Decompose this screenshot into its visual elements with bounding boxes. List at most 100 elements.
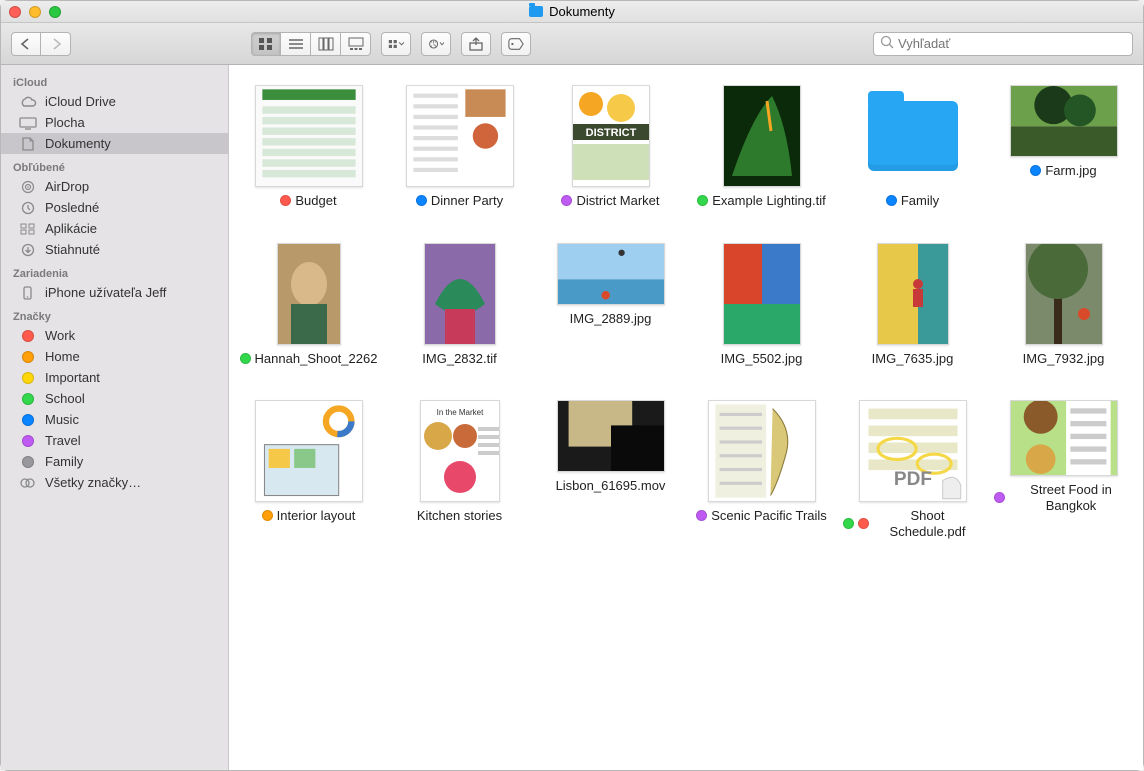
action-menu-button[interactable] [421, 32, 451, 56]
sidebar-item-stiahnut-[interactable]: Stiahnuté [1, 239, 228, 260]
tag-dot-icon [262, 510, 273, 521]
tags-button[interactable] [501, 32, 531, 56]
file-label-row: Dinner Party [416, 193, 503, 209]
tag-dot-icon [696, 510, 707, 521]
file-label-row: Farm.jpg [1030, 163, 1096, 179]
content-area[interactable]: Budget Dinner Party DISTRICT District Marke… [229, 65, 1143, 770]
file-thumbnail [723, 243, 801, 345]
desktop-icon [19, 116, 37, 130]
file-item[interactable]: DISTRICT District Market [541, 85, 680, 209]
tag-dot-icon [697, 195, 708, 206]
sidebar-item-home[interactable]: Home [1, 346, 228, 367]
icon-grid: Budget Dinner Party DISTRICT District Marke… [239, 85, 1133, 539]
svg-text:DISTRICT: DISTRICT [585, 127, 636, 139]
tag-dot-icon [561, 195, 572, 206]
close-window-button[interactable] [9, 6, 21, 18]
file-label-row: Scenic Pacific Trails [696, 508, 827, 524]
tag-dot-icon [19, 329, 37, 343]
sidebar-item-airdrop[interactable]: AirDrop [1, 176, 228, 197]
file-thumbnail [1025, 243, 1103, 345]
download-icon [19, 243, 37, 257]
sidebar-item-work[interactable]: Work [1, 325, 228, 346]
file-thumbnail [557, 400, 665, 472]
window-title: Dokumenty [1, 4, 1143, 19]
file-item[interactable]: Example Lighting.tif [692, 85, 831, 209]
tag-dot-icon [19, 455, 37, 469]
list-view-button[interactable] [281, 32, 311, 56]
sidebar-item-music[interactable]: Music [1, 409, 228, 430]
icon-view-button[interactable] [251, 32, 281, 56]
file-item[interactable]: Family [843, 85, 982, 209]
search-field[interactable] [873, 32, 1133, 56]
file-item[interactable]: Budget [239, 85, 378, 209]
file-item[interactable]: Interior layout [239, 400, 378, 539]
arrange-button[interactable] [381, 32, 411, 56]
file-thumbnail [557, 243, 665, 305]
file-label-row: Street Food in Bangkok [994, 482, 1133, 513]
file-item[interactable]: PDF Shoot Schedule.pdf [843, 400, 982, 539]
airdrop-icon [19, 180, 37, 194]
file-item[interactable]: In the MarketKitchen stories [390, 400, 529, 539]
file-item[interactable]: Lisbon_61695.mov [541, 400, 680, 539]
file-label: Example Lighting.tif [712, 193, 825, 209]
search-input[interactable] [898, 36, 1126, 51]
sidebar-item-v-etky-zna-ky-[interactable]: Všetky značky… [1, 472, 228, 493]
minimize-window-button[interactable] [29, 6, 41, 18]
file-thumbnail [277, 243, 341, 345]
file-item[interactable]: IMG_5502.jpg [692, 243, 831, 367]
file-item[interactable]: Hannah_Shoot_2262 [239, 243, 378, 367]
file-label-row: IMG_2832.tif [422, 351, 496, 367]
sidebar-item-plocha[interactable]: Plocha [1, 112, 228, 133]
file-label: IMG_5502.jpg [721, 351, 803, 367]
main-area: iCloudiCloud DrivePlochaDokumentyObľúben… [1, 65, 1143, 770]
tag-dot-icon [19, 350, 37, 364]
sidebar-item-school[interactable]: School [1, 388, 228, 409]
file-item[interactable]: IMG_2889.jpg [541, 243, 680, 367]
share-button[interactable] [461, 32, 491, 56]
sidebar-item-label: Všetky značky… [45, 475, 141, 490]
back-button[interactable] [11, 32, 41, 56]
sidebar-item-label: Aplikácie [45, 221, 97, 236]
forward-button[interactable] [41, 32, 71, 56]
sidebar-item-important[interactable]: Important [1, 367, 228, 388]
zoom-window-button[interactable] [49, 6, 61, 18]
sidebar-section-title: Značky [1, 303, 228, 325]
file-label: Farm.jpg [1045, 163, 1096, 179]
sidebar-item-aplik-cie[interactable]: Aplikácie [1, 218, 228, 239]
file-item[interactable]: Street Food in Bangkok [994, 400, 1133, 539]
file-thumbnail: In the Market [420, 400, 500, 502]
file-item[interactable]: Scenic Pacific Trails [692, 400, 831, 539]
sidebar-item-label: Home [45, 349, 80, 364]
file-item[interactable]: IMG_7635.jpg [843, 243, 982, 367]
tag-dot-icon [858, 518, 869, 529]
file-thumbnail [255, 85, 363, 187]
file-item[interactable]: Farm.jpg [994, 85, 1133, 209]
file-item[interactable]: Dinner Party [390, 85, 529, 209]
folder-icon [529, 6, 543, 17]
sidebar-item-dokumenty[interactable]: Dokumenty [1, 133, 228, 154]
gallery-view-button[interactable] [341, 32, 371, 56]
file-label: Budget [295, 193, 336, 209]
sidebar-item-iphone-u-vate-a-jeff[interactable]: iPhone užívateľa Jeff [1, 282, 228, 303]
file-label-row: District Market [561, 193, 659, 209]
sidebar-item-posledn-[interactable]: Posledné [1, 197, 228, 218]
file-label: Street Food in Bangkok [1009, 482, 1133, 513]
sidebar-item-label: Travel [45, 433, 81, 448]
tag-dot-icon [1030, 165, 1041, 176]
alltags-icon [19, 476, 37, 490]
file-item[interactable]: IMG_7932.jpg [994, 243, 1133, 367]
file-item[interactable]: IMG_2832.tif [390, 243, 529, 367]
sidebar-item-family[interactable]: Family [1, 451, 228, 472]
sidebar-item-travel[interactable]: Travel [1, 430, 228, 451]
file-thumbnail [723, 85, 801, 187]
file-label-row: Budget [280, 193, 336, 209]
tag-dot-icon [416, 195, 427, 206]
file-label: Hannah_Shoot_2262 [255, 351, 378, 367]
file-thumbnail [255, 400, 363, 502]
file-thumbnail: PDF [859, 400, 967, 502]
column-view-button[interactable] [311, 32, 341, 56]
svg-text:PDF: PDF [893, 469, 931, 490]
file-label: Shoot Schedule.pdf [873, 508, 982, 539]
tag-dot-icon [994, 492, 1005, 503]
sidebar-item-icloud-drive[interactable]: iCloud Drive [1, 91, 228, 112]
